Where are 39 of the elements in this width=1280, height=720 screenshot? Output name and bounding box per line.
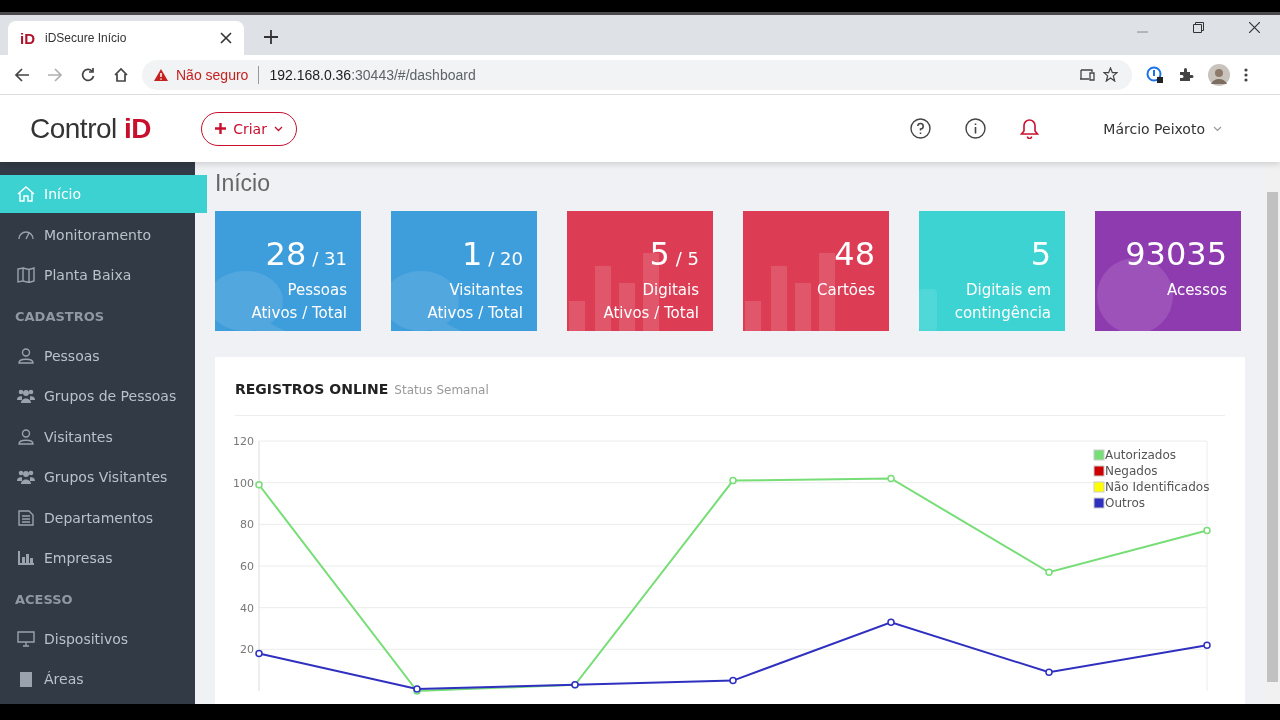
stat-total: / 20 xyxy=(488,248,523,269)
stat-value: 28 xyxy=(265,235,307,273)
stat-label: Digitais xyxy=(642,280,699,301)
stat-total: / 31 xyxy=(312,248,347,269)
y-tick-label: 120 xyxy=(233,435,254,448)
panel-title: REGISTROS ONLINE xyxy=(235,381,389,397)
stat-label: Visitantes xyxy=(449,280,523,301)
url-text: 192.168.0.36:30443/#/dashboard xyxy=(269,66,476,83)
stat-total: / 5 xyxy=(675,248,699,269)
panel-subtitle: Status Semanal xyxy=(394,383,489,397)
tab-title: iDSecure Início xyxy=(45,31,128,45)
stat-value: 48 xyxy=(834,235,875,273)
stat-label: Acessos xyxy=(1166,280,1227,301)
stat-label: Ativos / Total xyxy=(251,303,347,324)
stat-label: Pessoas xyxy=(287,280,347,301)
y-tick-label: 40 xyxy=(240,601,254,615)
legend-label: Negados xyxy=(1105,464,1158,478)
logo: Control iD xyxy=(30,112,152,145)
y-tick-label: 100 xyxy=(233,476,254,490)
stat-label: Ativos / Total xyxy=(427,303,523,324)
y-axis: 20 40 60 80 100 120 xyxy=(233,435,260,692)
stat-label: Digitais em contingência xyxy=(953,280,1051,324)
stat-value: 1 xyxy=(461,235,483,273)
stat-value: 93035 xyxy=(1125,235,1227,273)
page-title: Início xyxy=(215,170,271,197)
security-label: Não seguro xyxy=(176,66,249,83)
section-heading: ACESSO xyxy=(14,591,74,609)
stat-value: 5 xyxy=(1030,235,1051,273)
section-heading: CADASTROS xyxy=(14,308,106,326)
stat-label: Cartões xyxy=(817,280,875,301)
legend-label: Autorizados xyxy=(1105,448,1176,462)
y-tick-label: 20 xyxy=(240,643,254,657)
legend-label: Não Identificados xyxy=(1105,480,1210,494)
stat-value: 5 xyxy=(649,235,670,273)
favicon: iD xyxy=(20,29,35,47)
legend-label: Outros xyxy=(1105,496,1146,510)
y-tick-label: 80 xyxy=(240,518,254,532)
stat-label: Ativos / Total xyxy=(603,303,699,324)
y-tick-label: 60 xyxy=(240,560,254,573)
